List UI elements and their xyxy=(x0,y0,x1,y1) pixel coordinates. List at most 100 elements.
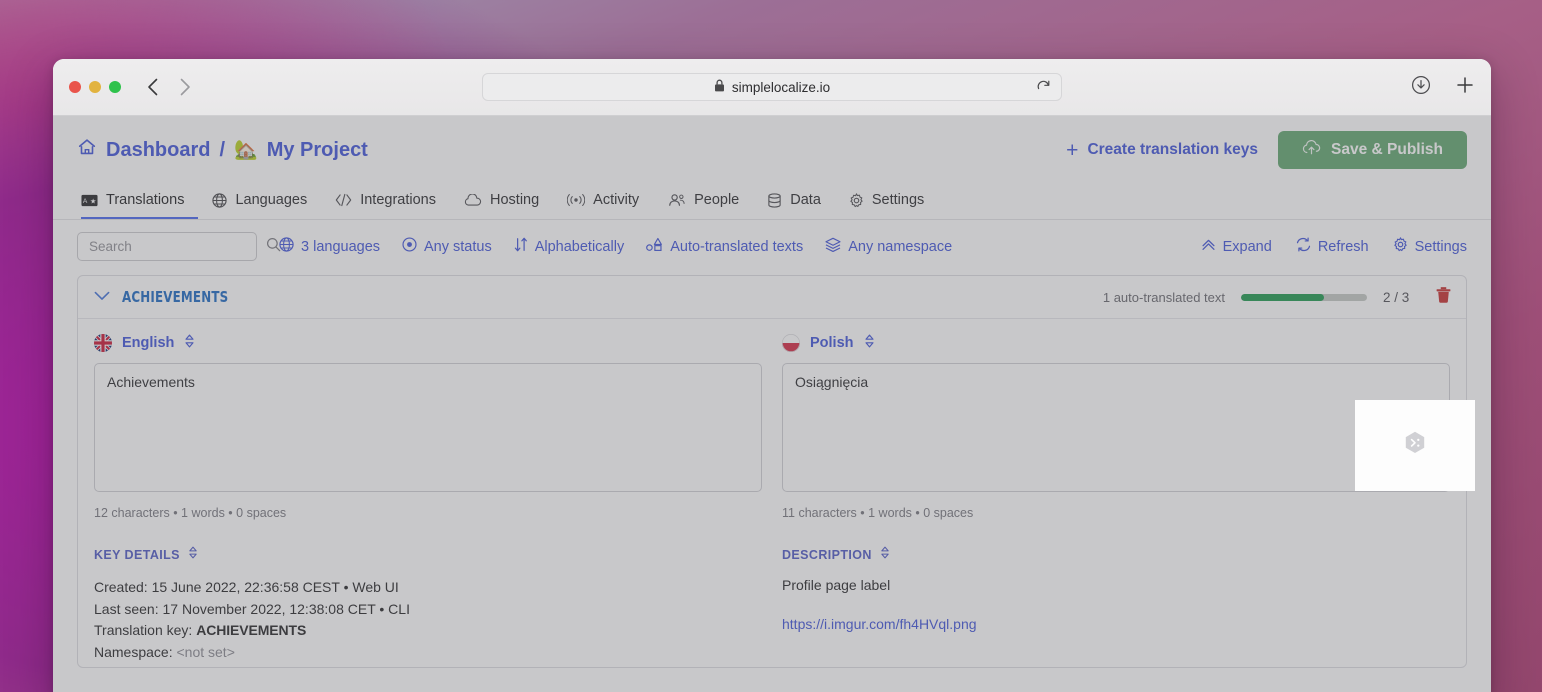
breadcrumb: Dashboard / 🏡 My Project xyxy=(77,137,368,163)
reload-icon[interactable] xyxy=(1036,79,1051,98)
tab-hosting[interactable]: Hosting xyxy=(450,192,553,219)
filter-sort[interactable]: Alphabetically xyxy=(514,237,624,256)
database-icon xyxy=(767,192,782,208)
cloud-icon xyxy=(464,193,482,207)
close-window-button[interactable] xyxy=(69,81,81,93)
tab-label: Integrations xyxy=(360,192,436,208)
sort-updown-icon[interactable] xyxy=(864,334,875,353)
back-arrow-icon[interactable] xyxy=(147,78,159,96)
tab-languages[interactable]: Languages xyxy=(198,192,321,219)
filter-languages[interactable]: 3 languages xyxy=(279,237,380,256)
detail-created: Created: 15 June 2022, 22:36:58 CEST • W… xyxy=(94,577,762,599)
description-link[interactable]: https://i.imgur.com/fh4HVql.png xyxy=(782,616,977,632)
expand-button[interactable]: Expand xyxy=(1201,237,1272,256)
svg-text:A: A xyxy=(83,198,88,205)
detail-value: ACHIEVEMENTS xyxy=(196,622,307,638)
refresh-label: Refresh xyxy=(1317,238,1369,255)
refresh-button[interactable]: Refresh xyxy=(1296,237,1369,256)
url-text: simplelocalize.io xyxy=(731,79,831,95)
breadcrumb-project[interactable]: My Project xyxy=(267,139,368,162)
translation-key-header: ACHIEVEMENTS 1 auto-translated text 2 / … xyxy=(78,276,1466,319)
create-translation-keys-button[interactable]: + Create translation keys xyxy=(1066,140,1258,161)
tab-translations[interactable]: A ★ Translations xyxy=(81,192,199,219)
breadcrumb-separator: / xyxy=(219,138,226,161)
address-bar[interactable]: simplelocalize.io xyxy=(482,73,1062,101)
save-and-publish-label: Save & Publish xyxy=(1331,141,1443,158)
project-emoji-icon: 🏡 xyxy=(234,140,258,161)
translation-progress-bar xyxy=(1241,293,1367,301)
plus-icon[interactable] xyxy=(1455,75,1475,100)
people-icon xyxy=(667,193,686,207)
tab-settings[interactable]: Settings xyxy=(835,192,938,219)
translation-progress-fill xyxy=(1241,293,1325,301)
key-details-title[interactable]: KEY DETAILS xyxy=(94,548,180,562)
poland-flag-icon xyxy=(782,334,800,352)
translation-key-body: English 12 characters • 1 words • 0 spac… xyxy=(78,319,1466,667)
translation-meta-english: 12 characters • 1 words • 0 spaces xyxy=(94,506,287,520)
language-name[interactable]: English xyxy=(122,335,174,351)
expand-label: Expand xyxy=(1222,238,1272,255)
settings-label: Settings xyxy=(1414,238,1467,255)
browser-toolbar-right xyxy=(1411,75,1475,100)
chevron-down-icon[interactable] xyxy=(94,288,110,306)
detail-label: Translation key: xyxy=(94,622,193,638)
filter-status[interactable]: Any status xyxy=(402,237,492,256)
breadcrumb-dashboard[interactable]: Dashboard xyxy=(106,139,210,162)
language-name[interactable]: Polish xyxy=(810,335,854,351)
detail-value: 17 November 2022, 12:38:08 CET • CLI xyxy=(162,600,410,617)
cloud-upload-icon xyxy=(1302,139,1321,161)
minimize-window-button[interactable] xyxy=(89,81,101,93)
settings-button[interactable]: Settings xyxy=(1393,237,1467,256)
sort-updown-icon[interactable] xyxy=(184,334,195,353)
search-box[interactable] xyxy=(77,232,281,261)
save-and-publish-button[interactable]: Save & Publish xyxy=(1278,131,1467,169)
filter-namespace[interactable]: Any namespace xyxy=(825,237,952,256)
trash-icon[interactable] xyxy=(1435,286,1452,309)
auto-translated-note: 1 auto-translated text xyxy=(1102,289,1225,305)
navigation-arrows xyxy=(147,78,191,96)
uk-flag-icon xyxy=(94,334,112,352)
sort-updown-icon[interactable] xyxy=(880,546,890,564)
tab-label: People xyxy=(694,192,740,208)
search-input[interactable] xyxy=(89,239,266,254)
translation-key-name[interactable]: ACHIEVEMENTS xyxy=(122,288,228,306)
plus-icon: + xyxy=(1066,138,1079,162)
home-icon[interactable] xyxy=(77,137,97,163)
tab-data[interactable]: Data xyxy=(753,192,835,219)
app-header: Dashboard / 🏡 My Project + Create transl… xyxy=(53,116,1491,184)
translation-textarea-english[interactable] xyxy=(94,363,762,492)
filter-label: Any status xyxy=(424,238,492,255)
description-header: DESCRIPTION xyxy=(782,546,1450,564)
download-icon[interactable] xyxy=(1411,75,1431,100)
filter-label: Alphabetically xyxy=(534,238,625,255)
maximize-window-button[interactable] xyxy=(109,81,121,93)
key-details-header: KEY DETAILS xyxy=(94,546,762,564)
filter-auto-translated[interactable]: Auto-translated texts xyxy=(646,237,803,256)
detail-last-seen: Last seen: 17 November 2022, 12:38:08 CE… xyxy=(94,599,762,621)
broken-image-icon xyxy=(1404,431,1426,460)
gear-icon xyxy=(849,192,864,208)
filter-label: Auto-translated texts xyxy=(670,238,804,255)
description-title[interactable]: DESCRIPTION xyxy=(782,548,872,562)
tab-label: Hosting xyxy=(490,192,540,208)
image-preview-popup[interactable] xyxy=(1355,400,1475,491)
filter-label: 3 languages xyxy=(301,238,381,255)
browser-window: simplelocalize.io Dashboard / 🏡 My Proje… xyxy=(53,59,1491,692)
language-header-polish: Polish xyxy=(782,333,1450,353)
target-icon xyxy=(402,237,417,256)
tab-people[interactable]: People xyxy=(653,192,753,219)
svg-text:★: ★ xyxy=(90,197,96,205)
forward-arrow-icon[interactable] xyxy=(179,78,191,96)
tab-activity[interactable]: Activity xyxy=(553,192,653,219)
translation-textarea-polish[interactable] xyxy=(782,363,1450,492)
detail-label: Created: xyxy=(94,579,148,595)
tab-label: Data xyxy=(790,192,821,208)
globe-icon xyxy=(279,237,294,256)
filters-toolbar: 3 languages Any status Alphabetically Au… xyxy=(53,220,1491,271)
detail-value: <not set> xyxy=(176,643,235,660)
filter-shapes-icon xyxy=(646,237,663,256)
tab-integrations[interactable]: Integrations xyxy=(321,192,450,219)
translate-icon: A ★ xyxy=(81,194,98,207)
translation-meta-polish: 11 characters • 1 words • 0 spaces xyxy=(782,506,974,520)
sort-updown-icon[interactable] xyxy=(188,546,198,564)
